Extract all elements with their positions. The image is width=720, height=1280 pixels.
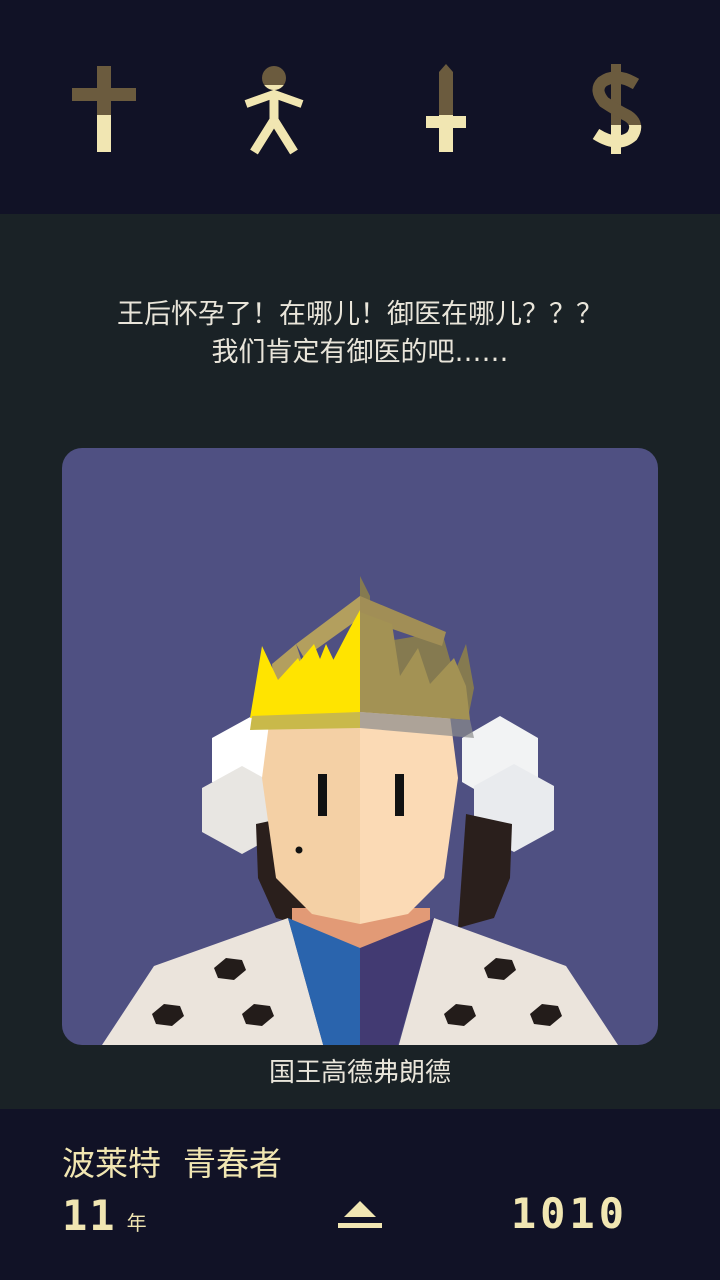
years-unit: 年 [126,1211,147,1235]
current-year: 1010 [510,1189,628,1238]
game-screen: 王后怀孕了！在哪儿！御医在哪儿？？？ 我们肯定有御医的吧…… 国王高德弗朗德 波… [0,0,720,1280]
person-icon [244,66,304,155]
reign-years: 11 年 [62,1191,147,1240]
sword-icon [426,64,466,152]
decision-area: 王后怀孕了！在哪儿！御医在哪儿？？？ 我们肯定有御医的吧…… 国王高德弗朗德 [0,214,720,1109]
army-stat [396,60,496,160]
question-line-2: 我们肯定有御医的吧…… [211,337,509,368]
question-text: 王后怀孕了！在哪儿！御医在哪儿？？？ 我们肯定有御医的吧…… [40,296,680,372]
ruler-info-bar: 波莱特 青春者 11 年 1010 [0,1109,720,1280]
stats-bar [0,0,720,214]
expand-up-icon[interactable] [336,1197,384,1231]
treasury-stat [566,60,666,160]
character-name: 国王高德弗朗德 [268,1058,451,1088]
church-stat [54,60,154,160]
decision-card[interactable] [62,448,658,1045]
ruler-epithet: 青春者 [183,1144,282,1183]
cross-icon [72,66,136,152]
years-count: 11 [62,1191,117,1240]
dollar-icon [592,64,642,154]
ruler-title: 波莱特 青春者 [62,1137,304,1185]
ruler-name: 波莱特 [62,1144,161,1183]
people-stat [224,60,324,160]
question-line-1: 王后怀孕了！在哪儿！御医在哪儿？？？ [117,299,603,330]
king-portrait [102,576,618,1045]
